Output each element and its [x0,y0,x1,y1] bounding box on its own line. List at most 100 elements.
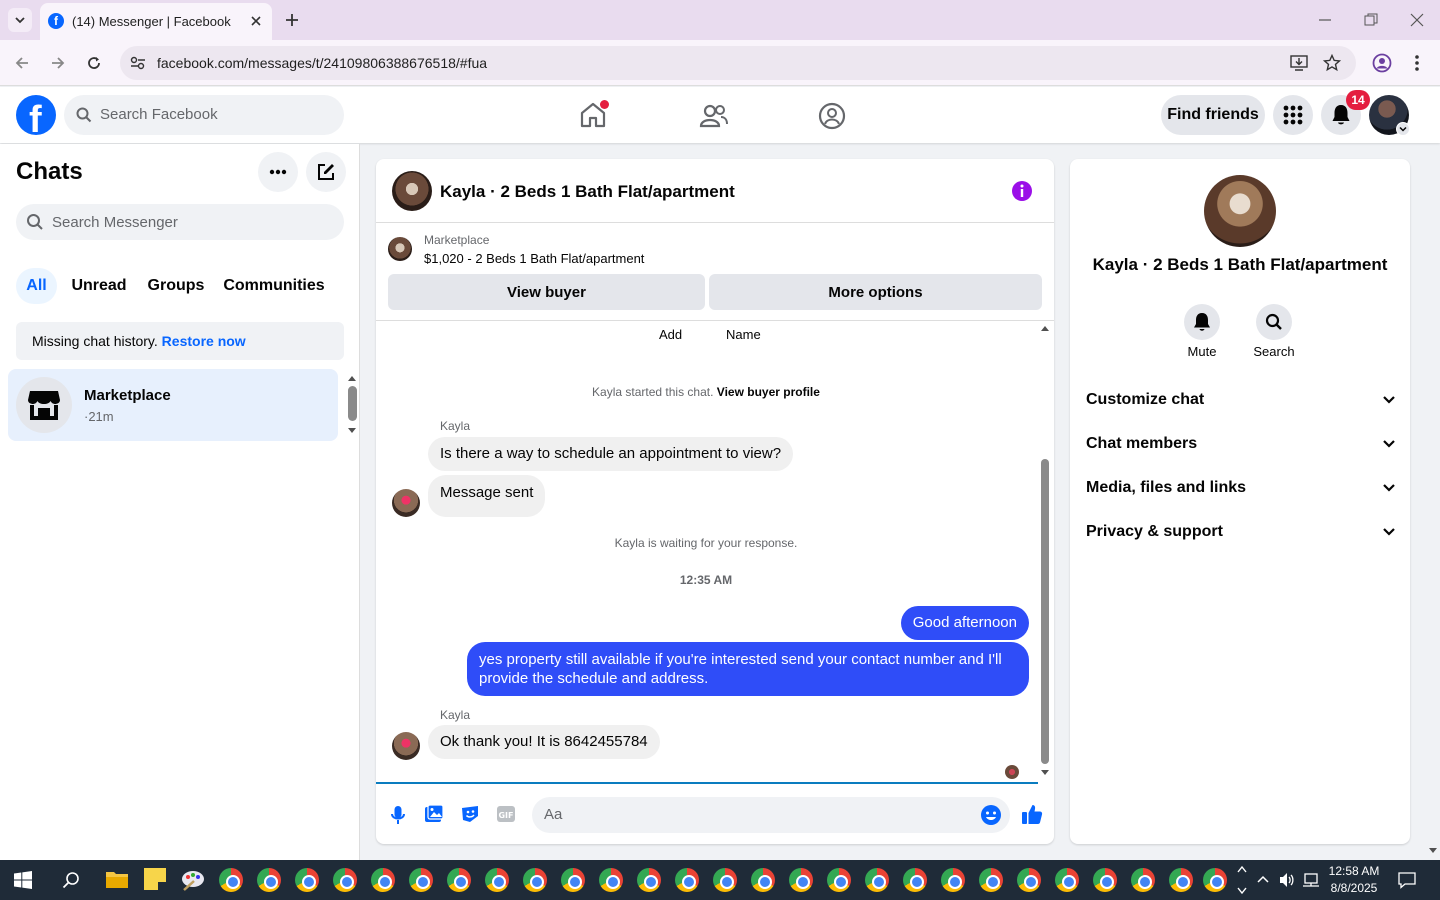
find-friends-button[interactable]: Find friends [1161,95,1265,135]
restore-icon[interactable] [1364,13,1378,27]
new-message-button[interactable] [306,152,346,192]
chrome-taskbar-icon[interactable] [447,868,471,892]
customize-chat-section[interactable]: Customize chat [1086,385,1396,415]
outgoing-message[interactable]: Good afternoon [900,606,1029,640]
tab-search-dropdown[interactable] [8,8,32,32]
conversation-title[interactable]: Kayla · 2 Beds 1 Bath Flat/apartment [440,182,735,202]
photo-icon[interactable] [424,804,444,824]
show-hidden-icons-icon[interactable] [1256,874,1270,884]
incoming-message[interactable]: Ok thank you! It is 8642455784 [428,725,660,759]
profile-icon[interactable] [1372,53,1392,73]
gif-icon[interactable]: GIF [496,805,516,823]
chrome-taskbar-icon[interactable] [219,868,243,892]
paint-app-icon[interactable] [180,868,206,892]
info-icon[interactable] [1011,180,1033,202]
minimize-icon[interactable] [1318,14,1332,26]
chrome-taskbar-icon[interactable] [523,868,547,892]
taskbar-clock[interactable]: 12:58 AM 8/8/2025 [1326,863,1382,897]
forward-arrow-icon[interactable] [50,55,66,71]
chrome-taskbar-icon[interactable] [827,868,851,892]
menu-button[interactable] [1273,95,1313,135]
name-action[interactable]: Name [726,327,761,342]
outgoing-message[interactable]: yes property still available if you're i… [467,642,1029,696]
details-avatar[interactable] [1204,175,1276,247]
nav-home[interactable] [578,100,609,129]
emoji-icon[interactable] [980,804,1002,826]
network-icon[interactable] [1302,871,1320,889]
page-scroll-down-arrow-icon[interactable] [1428,847,1438,855]
filter-communities[interactable]: Communities [218,268,330,304]
site-settings-icon[interactable] [130,56,146,70]
scroll-down-arrow-icon[interactable] [347,427,357,435]
bookmark-star-icon[interactable] [1323,54,1341,72]
facebook-search-input[interactable]: Search Facebook [64,95,344,135]
scroll-up-arrow-icon[interactable] [1040,324,1050,332]
chat-item-marketplace[interactable]: Marketplace ·21m [8,369,338,441]
restore-now-link[interactable]: Restore now [162,333,246,349]
chrome-taskbar-icon[interactable] [599,868,623,892]
chrome-taskbar-icon[interactable] [1131,868,1155,892]
filter-unread[interactable]: Unread [64,268,134,304]
message-input[interactable]: Aa [532,797,1010,833]
taskbar-search-icon[interactable] [62,871,80,889]
chrome-taskbar-icon[interactable] [485,868,509,892]
taskbar-scroll-arrows-icon[interactable] [1237,864,1247,896]
chrome-taskbar-icon[interactable] [675,868,699,892]
chrome-taskbar-icon[interactable] [295,868,319,892]
chrome-taskbar-icon[interactable] [561,868,585,892]
privacy-support-section[interactable]: Privacy & support [1086,517,1396,547]
chrome-taskbar-icon[interactable] [1017,868,1041,892]
chat-members-section[interactable]: Chat members [1086,429,1396,459]
sticky-notes-icon[interactable] [144,868,166,890]
media-files-links-section[interactable]: Media, files and links [1086,473,1396,503]
windows-start-icon[interactable] [14,871,32,889]
new-tab-icon[interactable] [284,12,300,28]
account-menu-chevron[interactable] [1396,122,1410,136]
chrome-taskbar-icon[interactable] [903,868,927,892]
chrome-taskbar-icon[interactable] [941,868,965,892]
messages-scrollbar-thumb[interactable] [1041,459,1049,764]
close-window-icon[interactable] [1410,13,1424,27]
address-bar[interactable]: facebook.com/messages/t/2410980638867651… [120,46,1356,80]
install-app-icon[interactable] [1290,55,1308,71]
chats-scrollbar-thumb[interactable] [348,386,357,421]
chrome-taskbar-icon[interactable] [257,868,281,892]
chrome-taskbar-icon[interactable] [713,868,737,892]
more-options-button[interactable]: More options [709,274,1042,310]
browser-menu-icon[interactable] [1414,54,1420,72]
chrome-taskbar-icon[interactable] [637,868,661,892]
microphone-icon[interactable] [390,805,406,825]
search-conversation-button[interactable] [1256,304,1292,340]
filter-all[interactable]: All [16,268,57,304]
chrome-taskbar-icon[interactable] [371,868,395,892]
scroll-up-arrow-icon[interactable] [347,374,357,382]
incoming-message[interactable]: Is there a way to schedule an appointmen… [428,437,794,471]
view-buyer-button[interactable]: View buyer [388,274,705,310]
notification-center-icon[interactable] [1398,871,1416,889]
chrome-taskbar-icon[interactable] [751,868,775,892]
chrome-taskbar-icon[interactable] [1169,868,1193,892]
reload-icon[interactable] [86,55,102,71]
like-thumbs-up-icon[interactable] [1021,803,1043,825]
incoming-message[interactable]: Message sent [428,475,546,517]
chrome-taskbar-icon[interactable] [865,868,889,892]
chrome-taskbar-icon[interactable] [979,868,1003,892]
chrome-taskbar-icon[interactable] [1203,868,1227,892]
groups-icon[interactable] [818,102,846,130]
file-explorer-icon[interactable] [105,869,129,889]
chats-options-button[interactable] [258,152,298,192]
close-tab-icon[interactable] [250,15,262,27]
facebook-logo-icon[interactable]: f [16,95,56,135]
browser-tab[interactable]: f (14) Messenger | Facebook [40,3,272,40]
conversation-avatar[interactable] [392,171,432,211]
chrome-taskbar-icon[interactable] [333,868,357,892]
chrome-taskbar-icon[interactable] [409,868,433,892]
filter-groups[interactable]: Groups [142,268,210,304]
mute-button[interactable] [1184,304,1220,340]
friends-icon[interactable] [698,103,728,129]
volume-icon[interactable] [1278,871,1296,889]
scroll-down-arrow-icon[interactable] [1040,769,1050,777]
chrome-taskbar-icon[interactable] [789,868,813,892]
chrome-taskbar-icon[interactable] [1093,868,1117,892]
back-arrow-icon[interactable] [14,55,30,71]
